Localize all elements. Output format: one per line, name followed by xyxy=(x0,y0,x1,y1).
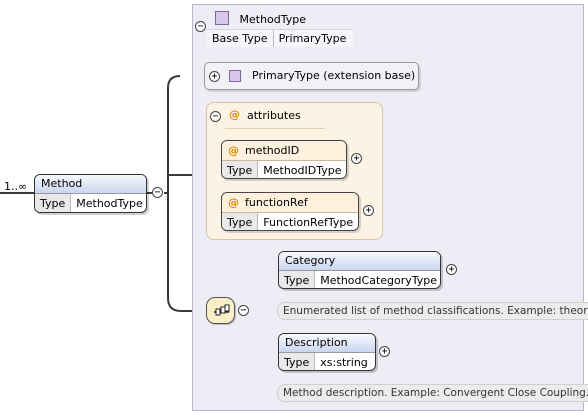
attribute-box-functionref[interactable]: @ functionRef Type FunctionRefType xyxy=(221,192,359,231)
sequence-collapse-toggle[interactable]: − xyxy=(238,305,249,316)
methodid-expand-toggle[interactable]: + xyxy=(351,153,362,164)
root-element-name: Method xyxy=(35,175,146,194)
root-element-box[interactable]: Method Type MethodType xyxy=(34,174,147,213)
element-type-key: Type xyxy=(279,271,316,288)
extension-label: PrimaryType (extension base) xyxy=(252,69,416,82)
complex-type-collapse-toggle[interactable]: − xyxy=(195,21,206,32)
element-box-description[interactable]: Description Type xs:string xyxy=(278,333,376,371)
extension-base-box[interactable]: + PrimaryType (extension base) xyxy=(204,62,419,90)
attribute-at-icon: @ xyxy=(228,196,239,209)
attributes-collapse-toggle[interactable]: − xyxy=(210,111,221,122)
complex-type-icon xyxy=(215,11,229,25)
attribute-name: functionRef xyxy=(245,196,308,209)
attribute-type-value: FunctionRefType xyxy=(263,216,354,229)
complex-type-header: MethodType xyxy=(215,11,306,27)
element-type-value: xs:string xyxy=(320,356,368,369)
element-type-value: MethodCategoryType xyxy=(320,274,438,287)
base-type-key: Base Type xyxy=(207,30,274,47)
multiplicity-label: 1..∞ xyxy=(4,180,28,193)
category-expand-toggle[interactable]: + xyxy=(446,264,457,275)
attribute-name: methodID xyxy=(245,144,300,157)
functionref-expand-toggle[interactable]: + xyxy=(363,205,374,216)
at-sign-icon: @ xyxy=(229,108,240,121)
attribute-type-value: MethodIDType xyxy=(263,164,342,177)
attribute-type-key: Type xyxy=(222,213,259,230)
element-type-key: Type xyxy=(279,353,316,370)
description-annotation: Method description. Example: Convergent … xyxy=(277,384,588,402)
attributes-title: attributes xyxy=(247,109,301,122)
extension-expand-toggle[interactable]: + xyxy=(209,71,220,82)
base-type-value: PrimaryType xyxy=(278,32,347,45)
root-collapse-toggle[interactable]: − xyxy=(152,187,163,198)
element-name: Category xyxy=(279,252,440,271)
element-box-category[interactable]: Category Type MethodCategoryType xyxy=(278,251,441,289)
extension-type-icon xyxy=(229,70,241,82)
category-annotation: Enumerated list of method classification… xyxy=(277,302,588,320)
element-name: Description xyxy=(279,334,375,353)
root-type-value: MethodType xyxy=(76,197,143,210)
attribute-at-icon: @ xyxy=(228,144,239,157)
root-type-key: Type xyxy=(35,194,72,212)
complex-type-name: MethodType xyxy=(239,13,307,26)
sequence-compositor-icon[interactable] xyxy=(206,297,235,324)
base-type-row: Base Type PrimaryType xyxy=(207,29,353,47)
attribute-type-key: Type xyxy=(222,161,259,178)
attribute-box-methodid[interactable]: @ methodID Type MethodIDType xyxy=(221,140,347,179)
description-expand-toggle[interactable]: + xyxy=(379,346,390,357)
